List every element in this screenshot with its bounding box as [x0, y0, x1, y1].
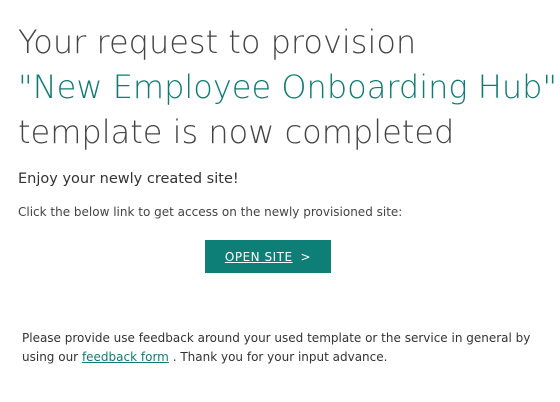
feedback-form-link[interactable]: feedback form	[82, 350, 169, 364]
open-site-label: OPEN SITE	[224, 249, 293, 264]
instruction-text: Click the below link to get access on th…	[18, 205, 403, 219]
template-name: "New Employee Onboarding Hub"	[18, 68, 558, 106]
chevron-right-icon: >	[300, 249, 312, 264]
enjoy-message: Enjoy your newly created site!	[18, 171, 239, 187]
open-site-button[interactable]: OPEN SITE >	[205, 240, 331, 273]
feedback-paragraph: Please provide use feedback around your …	[22, 329, 542, 367]
feedback-text-after: . Thank you for your input advance.	[172, 350, 388, 364]
headline-line-3: template is now completed	[18, 113, 455, 151]
headline: Your request to provision "New Employee …	[18, 20, 558, 155]
headline-line-1: Your request to provision	[18, 23, 417, 61]
